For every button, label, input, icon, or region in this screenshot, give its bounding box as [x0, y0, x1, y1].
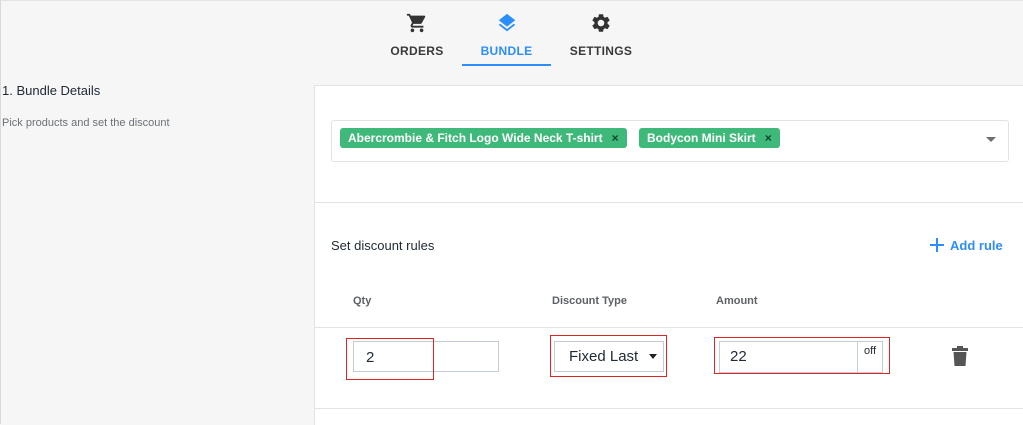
tab-bundle[interactable]: BUNDLE: [462, 0, 551, 68]
column-header-amount: Amount: [716, 295, 758, 307]
amount-suffix: off: [857, 342, 882, 372]
divider: [315, 408, 1023, 409]
tab-orders-label: ORDERS: [390, 44, 444, 58]
product-picker[interactable]: Abercrombie & Fitch Logo Wide Neck T-shi…: [331, 120, 1009, 162]
amount-field[interactable]: 22 off: [719, 341, 883, 373]
tab-orders[interactable]: ORDERS: [385, 0, 449, 68]
select-caret-icon: [649, 354, 657, 359]
tab-settings[interactable]: SETTINGS: [568, 0, 634, 68]
remove-chip-icon[interactable]: ×: [765, 128, 772, 148]
discount-type-value: Fixed Last: [569, 348, 639, 365]
discount-type-select[interactable]: Fixed Last: [554, 341, 664, 372]
remove-chip-icon[interactable]: ×: [612, 128, 619, 148]
active-tab-indicator: [462, 64, 551, 66]
product-chip: Bodycon Mini Skirt ×: [639, 128, 780, 148]
section-title: 1. Bundle Details: [2, 83, 101, 98]
layers-icon: [498, 13, 515, 32]
product-chip: Abercrombie & Fitch Logo Wide Neck T-shi…: [340, 128, 627, 148]
dropdown-caret-icon[interactable]: [986, 137, 996, 142]
delete-rule-icon[interactable]: [952, 346, 968, 366]
product-chip-label: Abercrombie & Fitch Logo Wide Neck T-shi…: [348, 131, 603, 145]
column-header-qty: Qty: [353, 295, 372, 307]
top-tabs: ORDERS BUNDLE SETTINGS: [0, 0, 1023, 70]
add-rule-button[interactable]: Add rule: [930, 236, 1003, 256]
divider: [315, 202, 1023, 203]
product-chip-label: Bodycon Mini Skirt: [647, 131, 756, 145]
section-subtitle: Pick products and set the discount: [2, 117, 170, 129]
add-rule-label: Add rule: [950, 238, 1003, 253]
divider: [315, 327, 1023, 328]
plus-icon: [930, 238, 944, 252]
gear-icon: [592, 14, 610, 32]
tab-bundle-label: BUNDLE: [480, 44, 533, 58]
column-header-discount-type: Discount Type: [552, 295, 627, 307]
cart-icon: [406, 13, 426, 33]
amount-value: 22: [730, 348, 747, 365]
qty-input[interactable]: 2: [353, 341, 499, 372]
bundle-card: Abercrombie & Fitch Logo Wide Neck T-shi…: [314, 85, 1023, 425]
tab-settings-label: SETTINGS: [569, 44, 633, 58]
rules-title: Set discount rules: [331, 238, 435, 253]
